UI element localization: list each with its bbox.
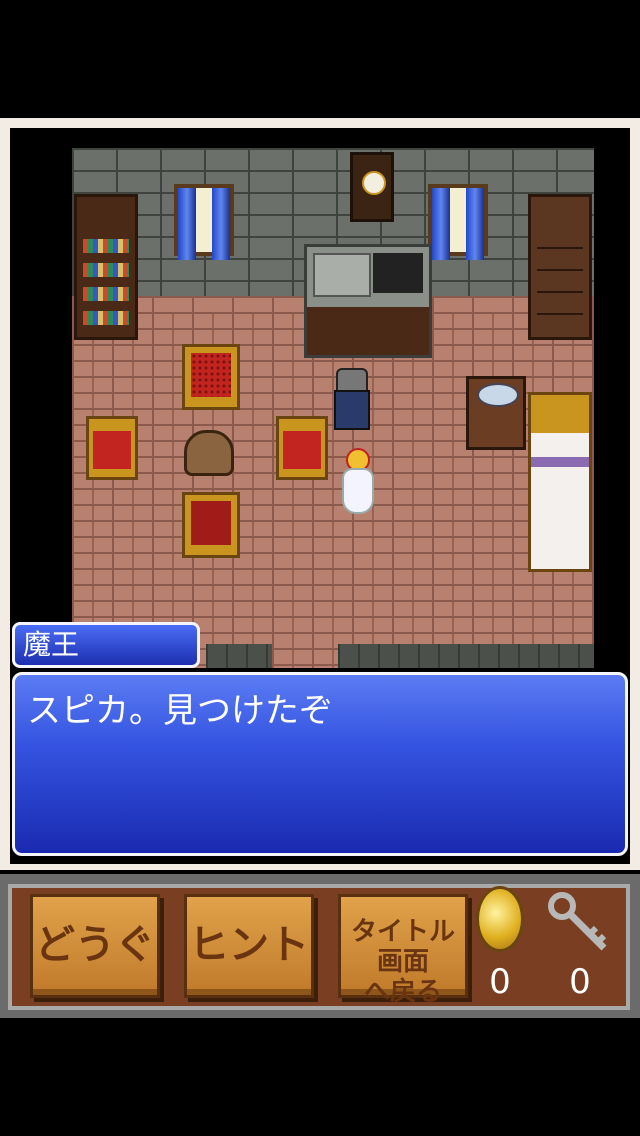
return-to-title-button[interactable]: タイトル画面 へ戻る — [338, 894, 468, 1007]
side-chair-right[interactable] — [276, 416, 328, 480]
bottom-wall-left — [206, 644, 272, 668]
key-count: 0 — [569, 962, 591, 1002]
gold-coin-icon — [476, 886, 524, 952]
grandfather-clock[interactable] — [350, 152, 394, 222]
dresser[interactable] — [528, 194, 592, 340]
kitchen-counter[interactable] — [304, 244, 432, 358]
items-button[interactable]: どうぐ — [30, 894, 160, 998]
speaker-name: 魔王 — [23, 628, 80, 661]
room-map — [72, 148, 594, 668]
clock-face-icon — [362, 171, 386, 195]
items-button-label: どうぐ — [35, 922, 155, 968]
bottom-wall-right — [338, 644, 594, 668]
hint-button-label: ヒント — [189, 922, 309, 968]
window-right — [428, 184, 488, 260]
side-chair-left[interactable] — [86, 416, 138, 480]
message-box[interactable]: スピカ。見つけたぞ — [12, 672, 628, 856]
speaker-name-box: 魔王 — [12, 622, 200, 668]
key-icon — [548, 892, 607, 951]
spica-sprite[interactable] — [338, 448, 378, 514]
window-left — [174, 184, 234, 260]
demon-king-sprite[interactable] — [330, 368, 370, 430]
armchair-top[interactable] — [182, 344, 240, 410]
dialog-message: スピカ。見つけたぞ — [27, 691, 333, 731]
seated-person[interactable] — [184, 430, 234, 476]
bookshelf[interactable] — [74, 194, 138, 340]
title-button-line2: へ戻る — [363, 977, 442, 1007]
coin-count: 0 — [489, 962, 511, 1002]
bed[interactable] — [528, 392, 592, 572]
hint-button[interactable]: ヒント — [184, 894, 314, 998]
wash-basin-table[interactable] — [466, 376, 526, 450]
armchair-bottom[interactable] — [182, 492, 240, 558]
title-button-line1: タイトル画面 — [350, 917, 455, 977]
